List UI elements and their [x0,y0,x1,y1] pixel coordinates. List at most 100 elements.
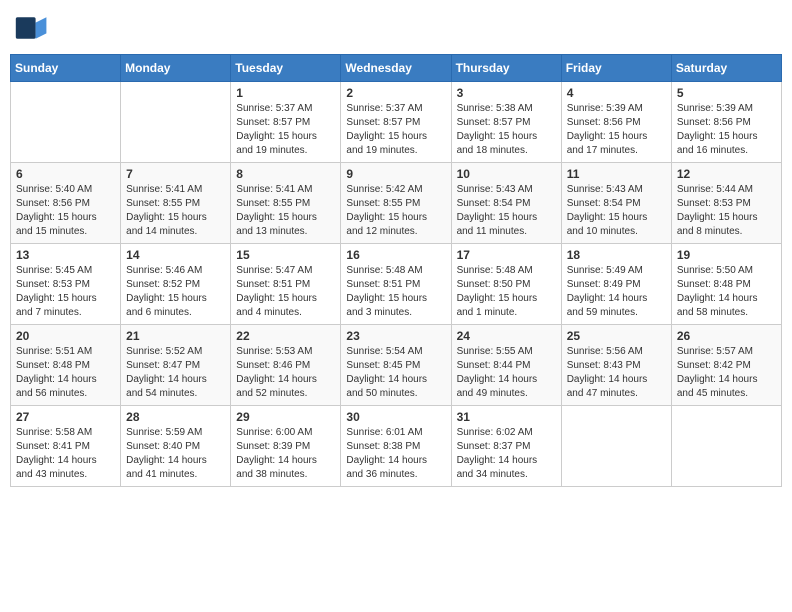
calendar-week-row: 20Sunrise: 5:51 AMSunset: 8:48 PMDayligh… [11,325,782,406]
day-number: 31 [457,410,556,424]
day-number: 15 [236,248,335,262]
cell-info: Sunrise: 5:50 AMSunset: 8:48 PMDaylight:… [677,264,776,320]
calendar-table: SundayMondayTuesdayWednesdayThursdayFrid… [10,54,782,487]
cell-info: Sunrise: 5:43 AMSunset: 8:54 PMDaylight:… [567,183,666,239]
calendar-cell: 20Sunrise: 5:51 AMSunset: 8:48 PMDayligh… [11,325,121,406]
day-number: 12 [677,167,776,181]
weekday-header-tuesday: Tuesday [231,55,341,82]
day-number: 13 [16,248,115,262]
day-number: 25 [567,329,666,343]
cell-info: Sunrise: 5:59 AMSunset: 8:40 PMDaylight:… [126,426,225,482]
weekday-header-row: SundayMondayTuesdayWednesdayThursdayFrid… [11,55,782,82]
day-number: 8 [236,167,335,181]
day-number: 5 [677,86,776,100]
logo [14,10,54,46]
calendar-cell: 4Sunrise: 5:39 AMSunset: 8:56 PMDaylight… [561,82,671,163]
calendar-cell: 15 Sunrise: 5:47 AMSunset: 8:51 PMDayligh… [231,244,341,325]
calendar-cell: 25 Sunrise: 5:56 AMSunset: 8:43 PMDayligh… [561,325,671,406]
day-number: 9 [346,167,445,181]
calendar-week-row: 13 Sunrise: 5:45 AMSunset: 8:53 PMDayligh… [11,244,782,325]
day-number: 19 [677,248,776,262]
calendar-cell: 1Sunrise: 5:37 AMSunset: 8:57 PMDaylight… [231,82,341,163]
cell-info: Sunrise: 6:02 AMSunset: 8:37 PMDaylight:… [457,426,556,482]
weekday-header-wednesday: Wednesday [341,55,451,82]
calendar-cell: 21 Sunrise: 5:52 AMSunset: 8:47 PMDayligh… [121,325,231,406]
calendar-cell [561,406,671,487]
calendar-cell: 23Sunrise: 5:54 AMSunset: 8:45 PMDayligh… [341,325,451,406]
calendar-week-row: 6 Sunrise: 5:40 AMSunset: 8:56 PMDaylight… [11,163,782,244]
calendar-cell: 8 Sunrise: 5:41 AMSunset: 8:55 PMDaylight… [231,163,341,244]
cell-info: Sunrise: 6:01 AMSunset: 8:38 PMDaylight:… [346,426,445,482]
cell-info: Sunrise: 5:41 AMSunset: 8:55 PMDaylight:… [236,183,335,239]
day-number: 4 [567,86,666,100]
calendar-cell: 5 Sunrise: 5:39 AMSunset: 8:56 PMDaylight… [671,82,781,163]
weekday-header-thursday: Thursday [451,55,561,82]
cell-info: Sunrise: 5:55 AMSunset: 8:44 PMDaylight:… [457,345,556,401]
cell-info: Sunrise: 5:48 AMSunset: 8:51 PMDaylight:… [346,264,445,320]
calendar-cell: 17 Sunrise: 5:48 AMSunset: 8:50 PMDayligh… [451,244,561,325]
day-number: 27 [16,410,115,424]
cell-info: Sunrise: 5:44 AMSunset: 8:53 PMDaylight:… [677,183,776,239]
calendar-cell: 16Sunrise: 5:48 AMSunset: 8:51 PMDayligh… [341,244,451,325]
day-number: 2 [346,86,445,100]
day-number: 26 [677,329,776,343]
day-number: 24 [457,329,556,343]
day-number: 21 [126,329,225,343]
calendar-cell: 27 Sunrise: 5:58 AMSunset: 8:41 PMDayligh… [11,406,121,487]
cell-info: Sunrise: 5:45 AMSunset: 8:53 PMDaylight:… [16,264,115,320]
calendar-cell: 10Sunrise: 5:43 AMSunset: 8:54 PMDayligh… [451,163,561,244]
cell-info: Sunrise: 5:46 AMSunset: 8:52 PMDaylight:… [126,264,225,320]
cell-info: Sunrise: 5:56 AMSunset: 8:43 PMDaylight:… [567,345,666,401]
day-number: 11 [567,167,666,181]
calendar-cell: 19 Sunrise: 5:50 AMSunset: 8:48 PMDayligh… [671,244,781,325]
cell-info: Sunrise: 5:52 AMSunset: 8:47 PMDaylight:… [126,345,225,401]
cell-info: Sunrise: 5:43 AMSunset: 8:54 PMDaylight:… [457,183,556,239]
day-number: 18 [567,248,666,262]
cell-info: Sunrise: 5:48 AMSunset: 8:50 PMDaylight:… [457,264,556,320]
calendar-cell: 29 Sunrise: 6:00 AMSunset: 8:39 PMDayligh… [231,406,341,487]
cell-info: Sunrise: 5:38 AMSunset: 8:57 PMDaylight:… [457,102,556,158]
calendar-cell: 13 Sunrise: 5:45 AMSunset: 8:53 PMDayligh… [11,244,121,325]
day-number: 7 [126,167,225,181]
cell-info: Sunrise: 5:49 AMSunset: 8:49 PMDaylight:… [567,264,666,320]
cell-info: Sunrise: 6:00 AMSunset: 8:39 PMDaylight:… [236,426,335,482]
calendar-cell [121,82,231,163]
calendar-cell: 22Sunrise: 5:53 AMSunset: 8:46 PMDayligh… [231,325,341,406]
cell-info: Sunrise: 5:37 AMSunset: 8:57 PMDaylight:… [346,102,445,158]
cell-info: Sunrise: 5:47 AMSunset: 8:51 PMDaylight:… [236,264,335,320]
calendar-cell: 14Sunrise: 5:46 AMSunset: 8:52 PMDayligh… [121,244,231,325]
calendar-cell: 3 Sunrise: 5:38 AMSunset: 8:57 PMDaylight… [451,82,561,163]
cell-info: Sunrise: 5:53 AMSunset: 8:46 PMDaylight:… [236,345,335,401]
calendar-cell: 31 Sunrise: 6:02 AMSunset: 8:37 PMDayligh… [451,406,561,487]
cell-info: Sunrise: 5:37 AMSunset: 8:57 PMDaylight:… [236,102,335,158]
page-header [10,10,782,46]
calendar-cell: 26 Sunrise: 5:57 AMSunset: 8:42 PMDayligh… [671,325,781,406]
calendar-cell: 11 Sunrise: 5:43 AMSunset: 8:54 PMDayligh… [561,163,671,244]
calendar-cell [671,406,781,487]
cell-info: Sunrise: 5:58 AMSunset: 8:41 PMDaylight:… [16,426,115,482]
calendar-cell [11,82,121,163]
calendar-cell: 18 Sunrise: 5:49 AMSunset: 8:49 PMDayligh… [561,244,671,325]
calendar-cell: 24 Sunrise: 5:55 AMSunset: 8:44 PMDayligh… [451,325,561,406]
cell-info: Sunrise: 5:57 AMSunset: 8:42 PMDaylight:… [677,345,776,401]
day-number: 29 [236,410,335,424]
calendar-cell: 9 Sunrise: 5:42 AMSunset: 8:55 PMDaylight… [341,163,451,244]
calendar-cell: 2 Sunrise: 5:37 AMSunset: 8:57 PMDaylight… [341,82,451,163]
day-number: 3 [457,86,556,100]
cell-info: Sunrise: 5:54 AMSunset: 8:45 PMDaylight:… [346,345,445,401]
cell-info: Sunrise: 5:39 AMSunset: 8:56 PMDaylight:… [677,102,776,158]
day-number: 17 [457,248,556,262]
weekday-header-friday: Friday [561,55,671,82]
calendar-cell: 12 Sunrise: 5:44 AMSunset: 8:53 PMDayligh… [671,163,781,244]
day-number: 30 [346,410,445,424]
calendar-cell: 28 Sunrise: 5:59 AMSunset: 8:40 PMDayligh… [121,406,231,487]
weekday-header-saturday: Saturday [671,55,781,82]
day-number: 6 [16,167,115,181]
day-number: 28 [126,410,225,424]
logo-icon [14,10,50,46]
cell-info: Sunrise: 5:40 AMSunset: 8:56 PMDaylight:… [16,183,115,239]
cell-info: Sunrise: 5:41 AMSunset: 8:55 PMDaylight:… [126,183,225,239]
calendar-week-row: 27 Sunrise: 5:58 AMSunset: 8:41 PMDayligh… [11,406,782,487]
calendar-cell: 6 Sunrise: 5:40 AMSunset: 8:56 PMDaylight… [11,163,121,244]
cell-info: Sunrise: 5:42 AMSunset: 8:55 PMDaylight:… [346,183,445,239]
